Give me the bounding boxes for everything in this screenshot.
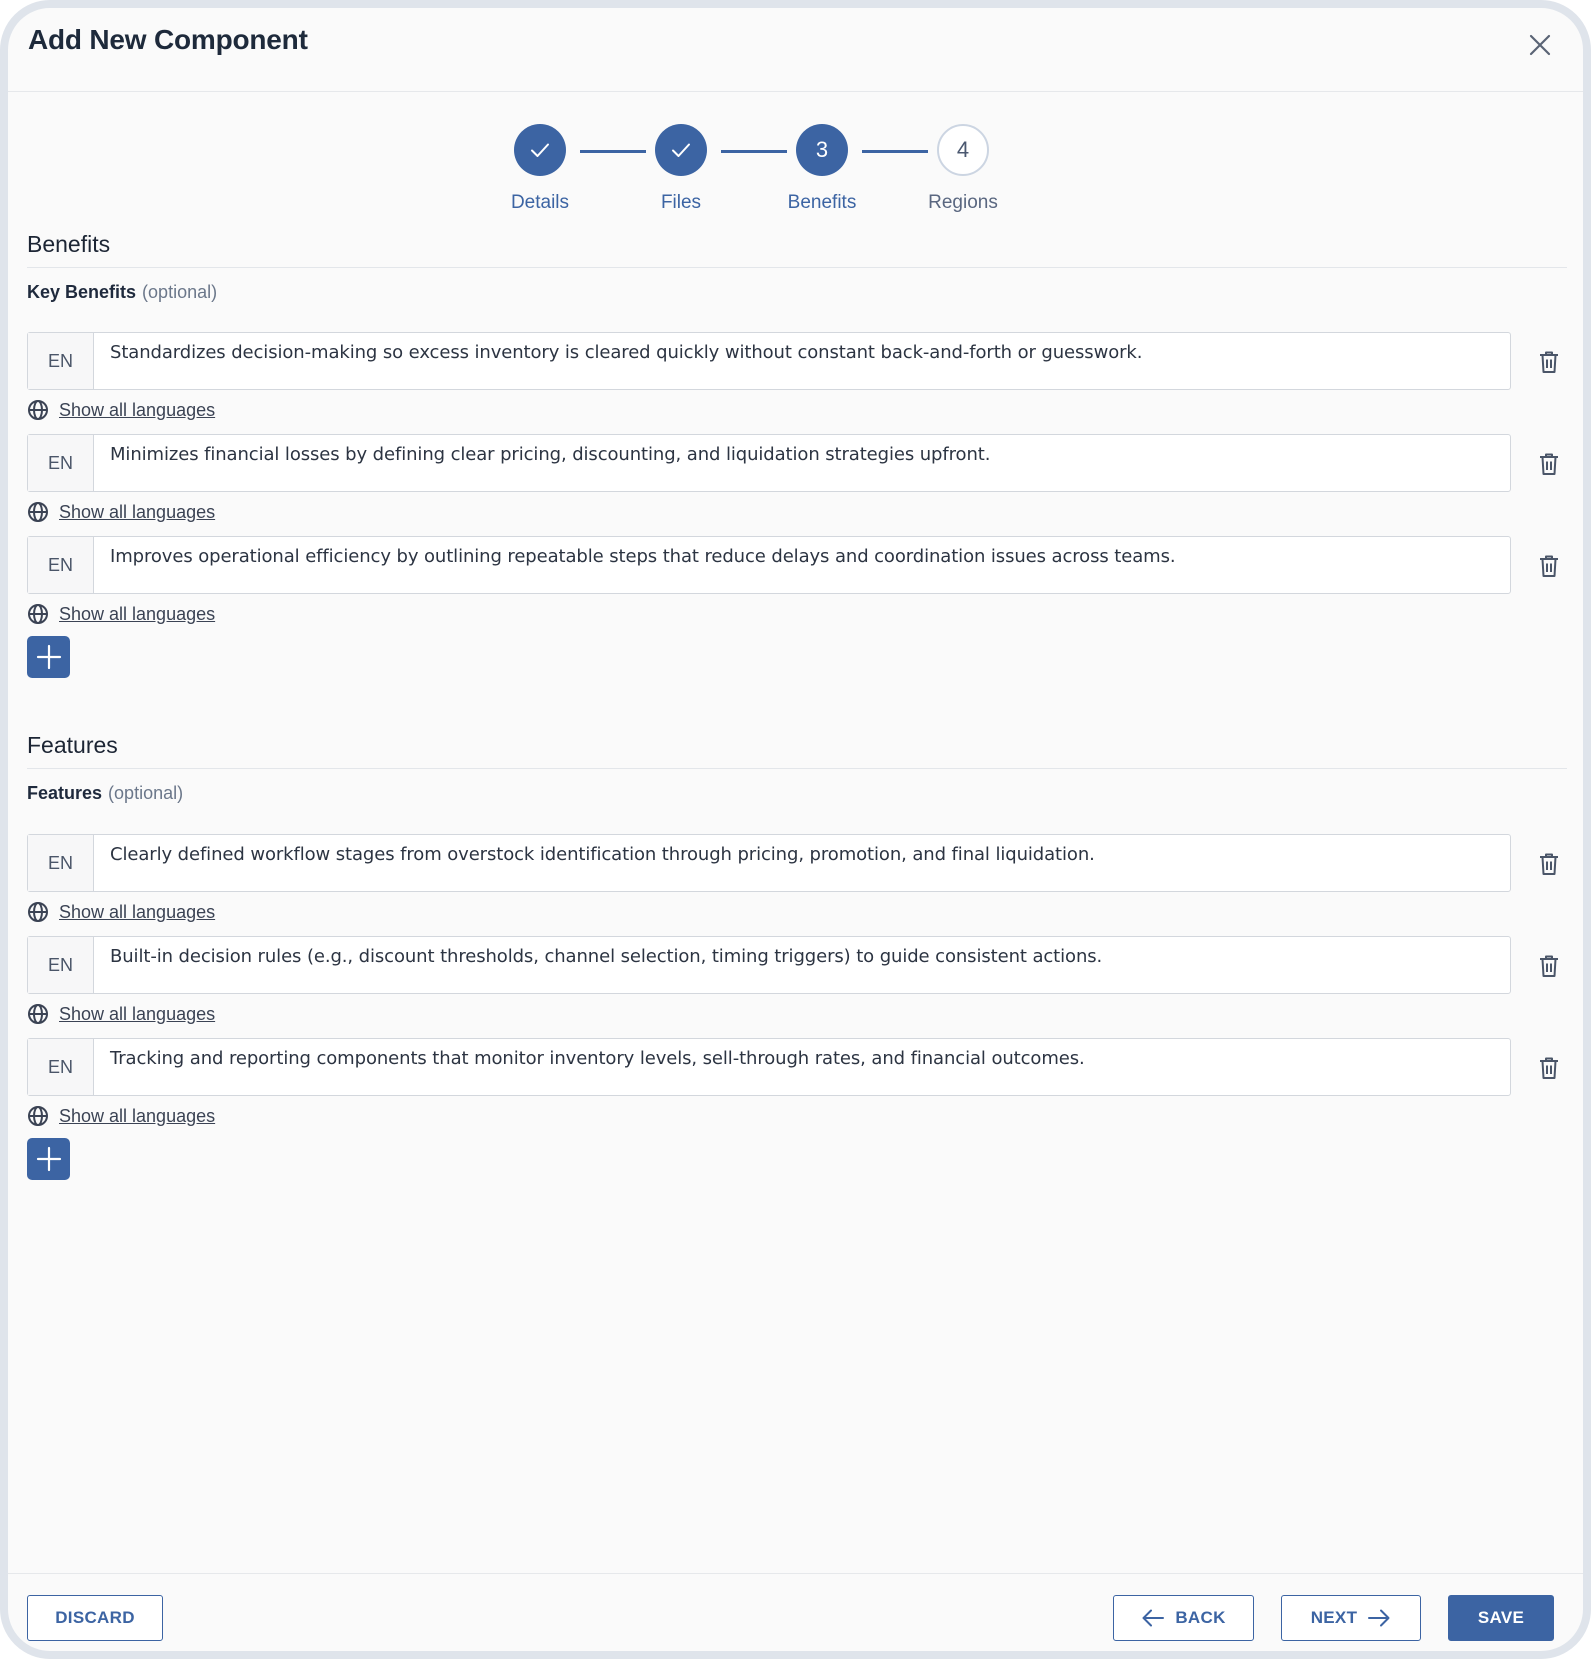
feature-input[interactable]: EN Clearly defined workflow stages from … bbox=[27, 834, 1511, 892]
show-languages: Show all languages bbox=[27, 901, 215, 923]
features-label: Features (optional) bbox=[27, 783, 183, 804]
add-component-dialog: Add New Component Details Files 3 Benefi… bbox=[0, 0, 1591, 1659]
language-code: EN bbox=[28, 835, 94, 891]
feature-text[interactable]: Tracking and reporting components that m… bbox=[94, 1039, 1510, 1095]
step-label: Regions bbox=[928, 192, 998, 213]
language-code: EN bbox=[28, 1039, 94, 1095]
delete-icon[interactable] bbox=[1537, 1055, 1561, 1081]
field-name: Features bbox=[27, 783, 103, 803]
arrow-left-icon bbox=[1142, 1609, 1165, 1627]
language-code: EN bbox=[28, 537, 94, 593]
globe-icon bbox=[28, 902, 48, 922]
step-label: Files bbox=[660, 192, 702, 213]
show-all-languages-link[interactable]: Show all languages bbox=[59, 604, 215, 625]
step-details[interactable]: Details bbox=[460, 124, 620, 214]
benefit-text[interactable]: Improves operational efficiency by outli… bbox=[94, 537, 1510, 593]
optional-hint: (optional) bbox=[108, 783, 184, 803]
next-button[interactable]: NEXT bbox=[1281, 1595, 1421, 1641]
globe-icon bbox=[28, 604, 48, 624]
step-benefits[interactable]: 3 Benefits bbox=[742, 124, 902, 214]
globe-icon bbox=[28, 400, 48, 420]
benefit-input[interactable]: EN Improves operational efficiency by ou… bbox=[27, 536, 1511, 594]
language-code: EN bbox=[28, 333, 94, 389]
step-regions[interactable]: 4 Regions bbox=[883, 124, 1043, 214]
optional-hint: (optional) bbox=[142, 282, 218, 302]
show-languages: Show all languages bbox=[27, 603, 215, 625]
globe-icon bbox=[28, 1004, 48, 1024]
step-files[interactable]: Files bbox=[601, 124, 761, 214]
feature-text[interactable]: Clearly defined workflow stages from ove… bbox=[94, 835, 1510, 891]
benefit-text[interactable]: Standardizes decision-making so excess i… bbox=[94, 333, 1510, 389]
save-label: SAVE bbox=[1477, 1608, 1525, 1627]
delete-icon[interactable] bbox=[1537, 349, 1561, 375]
step-label: Details bbox=[510, 192, 570, 213]
back-button[interactable]: BACK bbox=[1113, 1595, 1254, 1641]
feature-text[interactable]: Built-in decision rules (e.g., discount … bbox=[94, 937, 1510, 993]
features-section-title: Features bbox=[27, 732, 118, 758]
footer-divider bbox=[8, 1573, 1583, 1574]
show-all-languages-link[interactable]: Show all languages bbox=[59, 502, 215, 523]
show-all-languages-link[interactable]: Show all languages bbox=[59, 902, 215, 923]
show-languages: Show all languages bbox=[27, 1105, 215, 1127]
show-all-languages-link[interactable]: Show all languages bbox=[59, 1004, 215, 1025]
show-all-languages-link[interactable]: Show all languages bbox=[59, 400, 215, 421]
language-code: EN bbox=[28, 435, 94, 491]
dialog-title: Add New Component bbox=[28, 24, 308, 55]
show-languages: Show all languages bbox=[27, 399, 215, 421]
delete-icon[interactable] bbox=[1537, 553, 1561, 579]
field-name: Key Benefits bbox=[27, 282, 137, 302]
step-number: 4 bbox=[937, 124, 989, 176]
delete-icon[interactable] bbox=[1537, 851, 1561, 877]
close-icon[interactable] bbox=[1523, 28, 1557, 62]
plus-icon bbox=[36, 644, 61, 670]
key-benefits-label: Key Benefits (optional) bbox=[27, 282, 217, 303]
feature-input[interactable]: EN Built-in decision rules (e.g., discou… bbox=[27, 936, 1511, 994]
delete-icon[interactable] bbox=[1537, 451, 1561, 477]
benefits-section-title: Benefits bbox=[27, 231, 111, 257]
add-benefit-button[interactable] bbox=[27, 636, 70, 678]
globe-icon bbox=[28, 1106, 48, 1126]
next-label: NEXT bbox=[1310, 1608, 1358, 1627]
section-divider bbox=[27, 267, 1567, 268]
benefit-input[interactable]: EN Standardizes decision-making so exces… bbox=[27, 332, 1511, 390]
delete-icon[interactable] bbox=[1537, 953, 1561, 979]
step-complete-check-icon bbox=[514, 124, 566, 176]
step-complete-check-icon bbox=[655, 124, 707, 176]
discard-button[interactable]: DISCARD bbox=[27, 1595, 163, 1641]
benefit-text[interactable]: Minimizes financial losses by defining c… bbox=[94, 435, 1510, 491]
feature-input[interactable]: EN Tracking and reporting components tha… bbox=[27, 1038, 1511, 1096]
globe-icon bbox=[28, 502, 48, 522]
language-code: EN bbox=[28, 937, 94, 993]
step-label: Benefits bbox=[787, 192, 857, 213]
plus-icon bbox=[36, 1146, 61, 1172]
section-divider bbox=[27, 768, 1567, 769]
save-button[interactable]: SAVE bbox=[1448, 1595, 1554, 1641]
add-feature-button[interactable] bbox=[27, 1138, 70, 1180]
discard-label: DISCARD bbox=[55, 1608, 135, 1627]
header-divider bbox=[8, 91, 1583, 92]
show-languages: Show all languages bbox=[27, 501, 215, 523]
show-all-languages-link[interactable]: Show all languages bbox=[59, 1106, 215, 1127]
back-label: BACK bbox=[1175, 1608, 1226, 1627]
step-number: 3 bbox=[796, 124, 848, 176]
arrow-right-icon bbox=[1368, 1609, 1390, 1627]
benefit-input[interactable]: EN Minimizes financial losses by definin… bbox=[27, 434, 1511, 492]
show-languages: Show all languages bbox=[27, 1003, 215, 1025]
